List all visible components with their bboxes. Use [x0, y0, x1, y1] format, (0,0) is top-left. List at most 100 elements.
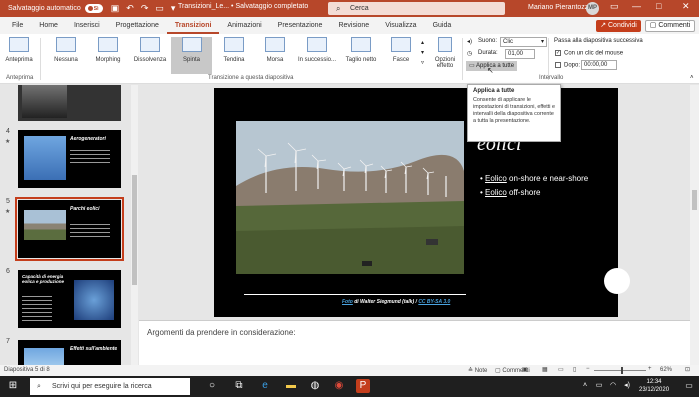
reading-view-icon[interactable]: ▭ — [558, 366, 564, 373]
zoom-slider[interactable] — [594, 370, 646, 371]
share-button[interactable]: ↗ Condividi — [596, 20, 641, 32]
bullet-link[interactable]: Eolico — [485, 174, 507, 183]
present-icon[interactable]: ▭ — [155, 3, 164, 14]
maximize-icon[interactable]: □ — [656, 1, 661, 11]
tab-view[interactable]: Visualizza — [377, 17, 424, 34]
on-click-checkbox[interactable]: ✓ Con un clic del mouse — [555, 50, 623, 57]
autosave-toggle[interactable]: Sì — [84, 4, 103, 13]
taskbar-clock[interactable]: 12:34 23/12/2020 — [639, 378, 669, 394]
thumb-title: Capacità di energia eolica e produzione — [22, 274, 65, 284]
app-icon[interactable]: ◍ — [308, 379, 322, 393]
bullet-item: • Eolico on-shore e near-shore — [480, 174, 589, 183]
redo-icon[interactable]: ↷ — [141, 3, 149, 14]
tab-transitions[interactable]: Transizioni — [166, 17, 220, 34]
advance-label: Passa alla diapositiva successiva — [554, 38, 643, 44]
preview-button[interactable]: Anteprima — [4, 37, 34, 63]
cortana-icon[interactable]: ○ — [205, 379, 219, 393]
transition-shape[interactable]: Fasce — [385, 37, 417, 63]
transition-split[interactable]: Morsa — [257, 37, 293, 63]
taskbar-search[interactable]: ⌕ Scrivi qui per eseguire la ricerca — [30, 378, 190, 395]
slideshow-icon[interactable]: ▯ — [573, 366, 576, 373]
transition-push[interactable]: Spinta — [171, 37, 212, 74]
volume-icon[interactable]: ◂) — [620, 379, 634, 393]
tab-insert[interactable]: Inserisci — [66, 17, 108, 34]
scrollbar-thumb[interactable] — [692, 190, 697, 210]
transition-cut[interactable]: Taglio netto — [341, 37, 381, 63]
zoom-out-icon[interactable]: − — [586, 366, 590, 372]
avatar[interactable]: MP — [586, 2, 599, 15]
transition-split-label: Morsa — [266, 57, 284, 63]
tab-review[interactable]: Revisione — [330, 17, 377, 34]
comments-button[interactable]: ▢ Commenti — [645, 20, 695, 32]
collapse-ribbon-icon[interactable]: ˄ — [690, 75, 694, 81]
edge-icon[interactable]: e — [258, 379, 272, 393]
transition-fade[interactable]: Dissolvenza — [130, 37, 170, 63]
transition-cut-label: Taglio netto — [345, 57, 377, 63]
normal-view-icon[interactable]: ▣ — [522, 366, 528, 373]
file-explorer-icon[interactable]: ▬ — [284, 379, 298, 393]
caption-license-link[interactable]: CC BY-SA 3.0 — [418, 299, 450, 305]
after-checkbox[interactable]: Dopo: — [555, 62, 580, 69]
close-icon[interactable]: ✕ — [682, 1, 690, 12]
zoom-slider-thumb[interactable] — [621, 367, 623, 374]
tab-file[interactable]: File — [0, 17, 31, 34]
powerpoint-icon[interactable]: P — [356, 379, 370, 393]
transition-reveal[interactable]: In successio... — [297, 37, 337, 63]
apply-all-label: Applica a tutte — [476, 63, 515, 69]
slide-thumbnail-7[interactable]: Effetti sull'ambiente — [18, 340, 121, 365]
transition-wipe[interactable]: Tendina — [216, 37, 252, 63]
after-input[interactable]: 00:00,00 — [581, 60, 617, 70]
tab-help[interactable]: Guida — [425, 17, 460, 34]
timing-group-label: Intervallo — [539, 75, 564, 81]
slide-thumbnail-6[interactable]: Capacità di energia eolica e produzione — [18, 270, 121, 328]
editor-scrollbar[interactable] — [690, 85, 699, 365]
thumbnail-scrollbar[interactable] — [131, 85, 138, 365]
slide-thumbnail-5[interactable]: Parchi eolici — [15, 197, 124, 261]
gallery-scroll-icon[interactable]: ▴ ▾ ▿ — [421, 38, 424, 68]
zoom-in-icon[interactable]: + — [648, 366, 652, 372]
tray-chevron-icon[interactable]: ˄ — [578, 379, 592, 393]
notes-button[interactable]: ≙ Note — [468, 367, 487, 374]
undo-icon[interactable]: ↶ — [126, 3, 134, 14]
tab-design[interactable]: Progettazione — [108, 17, 167, 34]
slide-sorter-icon[interactable]: ▦ — [542, 366, 548, 373]
transition-push-label: Spinta — [182, 57, 200, 63]
notifications-icon[interactable]: ▭ — [682, 379, 696, 393]
effect-options-button[interactable]: Opzioni effetto — [430, 37, 460, 69]
app-icon-2[interactable]: ◉ — [332, 379, 346, 393]
customize-qat-icon[interactable]: ▾ — [171, 3, 176, 14]
slide-thumbnail-3[interactable] — [18, 85, 121, 121]
save-icon[interactable]: ▣ — [111, 3, 120, 14]
slide-number: 6 — [6, 268, 10, 275]
search-box[interactable]: ⌕ Cerca — [328, 2, 505, 15]
transition-morph[interactable]: Morphing — [90, 37, 126, 63]
zoom-level[interactable]: 62% — [660, 367, 672, 373]
network-icon[interactable]: ▭ — [592, 379, 606, 393]
transition-fade-label: Dissolvenza — [133, 57, 167, 63]
minimize-icon[interactable]: — — [632, 1, 641, 11]
caption-photo-link[interactable]: Foto — [342, 299, 353, 305]
ribbon-display-icon[interactable]: ▭ — [610, 1, 619, 12]
fit-slide-icon[interactable]: ⊡ — [685, 366, 690, 373]
preview-icon — [9, 37, 29, 52]
transition-split-icon — [265, 37, 285, 52]
tab-home[interactable]: Home — [31, 17, 66, 34]
task-view-icon[interactable]: ⧉ — [232, 379, 246, 393]
transition-none-icon — [56, 37, 76, 52]
slide-thumbnail-4[interactable]: Aerogeneratori — [18, 130, 121, 188]
bullet-text: off-shore — [506, 188, 541, 197]
windows-taskbar: ⊞ ⌕ Scrivi qui per eseguire la ricerca ○ … — [0, 376, 699, 397]
duration-input[interactable]: 01,00 — [505, 49, 535, 59]
sound-select[interactable]: Clic ▾ — [500, 37, 547, 47]
wind-farm-photo[interactable] — [236, 121, 464, 274]
wifi-icon[interactable]: ◠ — [606, 379, 620, 393]
tab-animations[interactable]: Animazioni — [219, 17, 269, 34]
slide-bullets[interactable]: • Eolico on-shore e near-shore • Eolico … — [480, 172, 588, 200]
transition-none[interactable]: Nessuna — [48, 37, 84, 63]
bullet-link[interactable]: Eolico — [485, 188, 507, 197]
notes-pane[interactable]: Argomenti da prendere in considerazione: — [139, 320, 690, 365]
thumb-text — [22, 296, 52, 322]
tab-slideshow[interactable]: Presentazione — [270, 17, 331, 34]
windows-start-icon[interactable]: ⊞ — [6, 379, 20, 393]
scrollbar-thumb[interactable] — [132, 175, 137, 285]
